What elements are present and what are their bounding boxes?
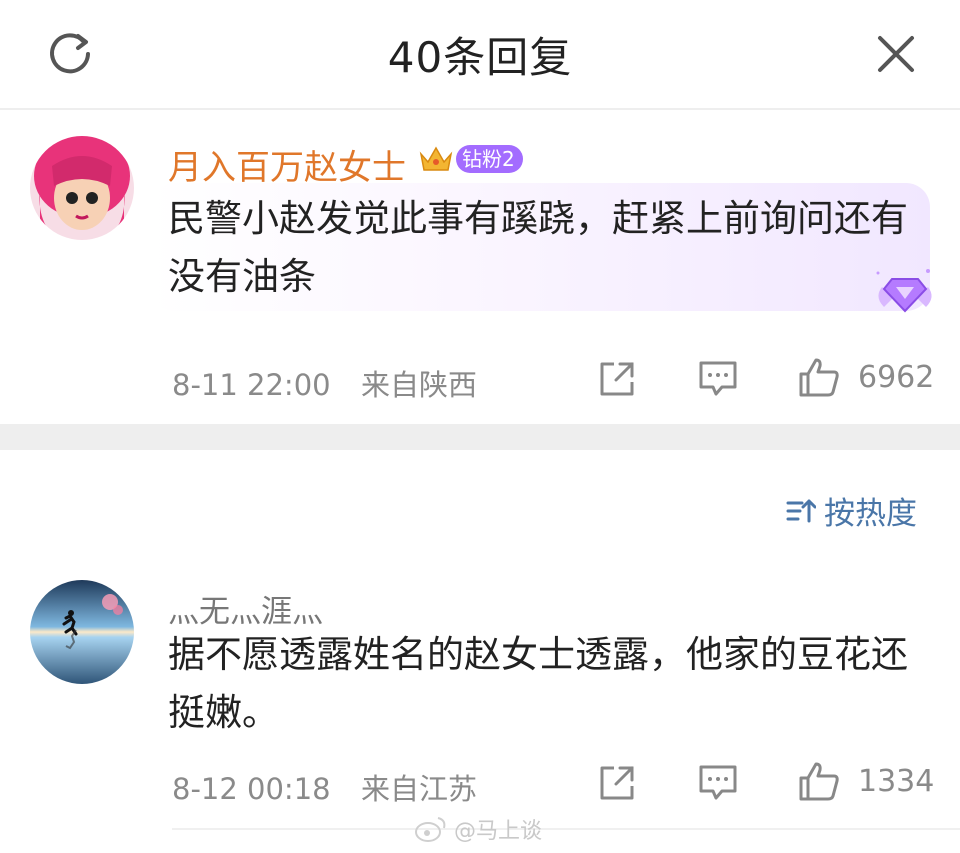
comment-icon xyxy=(699,765,737,800)
like-button[interactable]: 1334 xyxy=(798,760,934,802)
username[interactable]: 灬无灬涯灬 xyxy=(168,586,323,631)
badge-label: 钻粉2 xyxy=(456,145,523,173)
header-bar: 40条回复 xyxy=(0,0,960,110)
share-button[interactable] xyxy=(598,360,636,398)
page-title: 40条回复 xyxy=(387,33,573,82)
sort-toggle[interactable]: 按热度 xyxy=(786,488,917,533)
like-count: 6962 xyxy=(858,359,935,395)
thumbs-up-icon xyxy=(799,762,839,801)
bottom-divider xyxy=(172,828,960,830)
avatar[interactable] xyxy=(30,136,134,240)
comment-icon xyxy=(699,361,737,396)
share-icon xyxy=(600,362,634,396)
like-button[interactable]: 6962 xyxy=(798,356,934,398)
fan-badge[interactable]: 钻粉2 xyxy=(418,142,523,176)
sort-label: 按热度 xyxy=(824,496,917,532)
like-count: 1334 xyxy=(858,763,935,799)
avatar[interactable] xyxy=(30,580,134,684)
section-divider xyxy=(0,424,960,450)
comment-time: 8-11 22:00 xyxy=(172,368,331,402)
comment-text: 民警小赵发觉此事有蹊跷，赶紧上前询问还有没有油条 xyxy=(168,197,908,298)
share-button[interactable] xyxy=(598,764,636,802)
reply-meta: 8-12 00:18 来自江苏 xyxy=(172,766,477,808)
weibo-logo-icon xyxy=(415,817,446,842)
crown-icon xyxy=(418,142,454,176)
thumbs-up-icon xyxy=(799,358,839,397)
share-icon xyxy=(600,766,634,800)
reply-button[interactable] xyxy=(698,360,738,398)
watermark: @马上谈 xyxy=(414,813,542,845)
reply-text: 据不愿透露姓名的赵女士透露，他家的豆花还挺嫩。 xyxy=(168,633,908,734)
comment-meta: 8-11 22:00 来自陕西 xyxy=(172,362,477,404)
reply-location: 来自江苏 xyxy=(361,772,478,806)
sort-icon xyxy=(786,499,816,522)
comment-location: 来自陕西 xyxy=(361,368,478,402)
reply-button[interactable] xyxy=(698,764,738,802)
username[interactable]: 月入百万赵女士 xyxy=(168,140,406,189)
reply-time: 8-12 00:18 xyxy=(172,772,331,806)
close-icon[interactable] xyxy=(872,30,920,78)
watermark-text: @马上谈 xyxy=(454,819,543,844)
